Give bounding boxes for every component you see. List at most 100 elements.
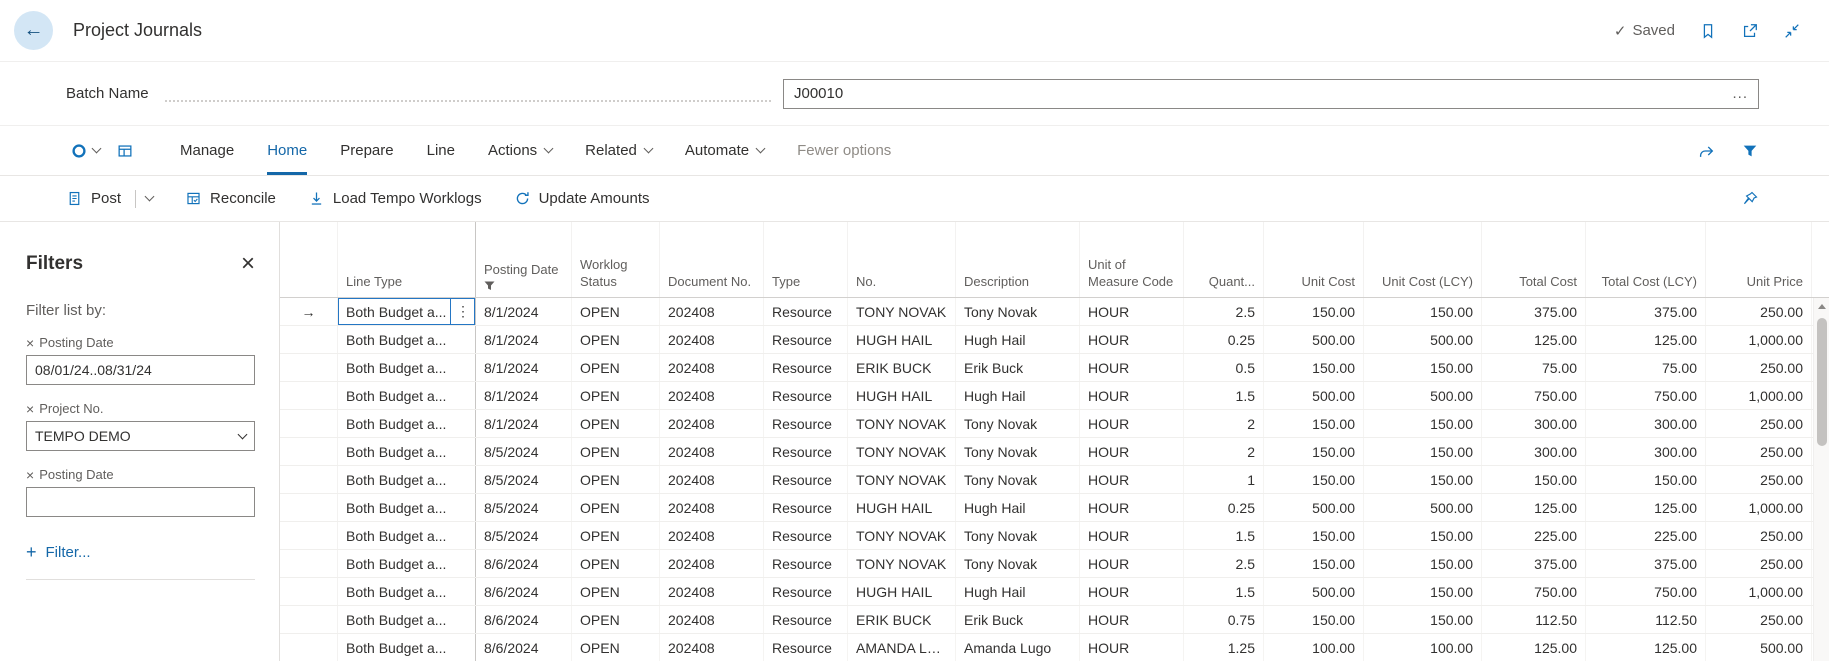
cell-line-type[interactable]: Both Budget a... <box>338 354 476 381</box>
cell-unit-of-measure-code[interactable]: HOUR <box>1080 326 1184 353</box>
cell-no[interactable]: HUGH HAIL <box>848 494 956 521</box>
cell-unit-price[interactable]: 250.00 <box>1706 410 1812 437</box>
cell-unit-price[interactable]: 1,000.00 <box>1706 382 1812 409</box>
table-row[interactable]: Both Budget a...8/1/2024OPEN202408Resour… <box>280 382 1829 410</box>
cell-posting-date[interactable]: 8/1/2024 <box>476 410 572 437</box>
column-header-unit-cost-lcy[interactable]: Unit Cost (LCY) <box>1364 222 1482 297</box>
cell-posting-date[interactable]: 8/6/2024 <box>476 634 572 661</box>
cell-posting-date[interactable]: 8/5/2024 <box>476 438 572 465</box>
cell-total-cost[interactable]: 112.50 <box>1482 606 1586 633</box>
cell-type[interactable]: Resource <box>764 494 848 521</box>
cell-unit-cost-lcy[interactable]: 500.00 <box>1364 494 1482 521</box>
cell-posting-date[interactable]: 8/6/2024 <box>476 550 572 577</box>
cell-unit-price[interactable]: 250.00 <box>1706 438 1812 465</box>
column-header-document-no[interactable]: Document No. <box>660 222 764 297</box>
cell-no[interactable]: TONY NOVAK <box>848 410 956 437</box>
pin-icon[interactable] <box>1741 190 1759 208</box>
cell-unit-cost[interactable]: 150.00 <box>1264 410 1364 437</box>
cell-total-cost-lcy[interactable]: 375.00 <box>1586 298 1706 325</box>
assist-edit-button[interactable]: ... <box>1732 85 1748 102</box>
cell-quantity[interactable]: 2 <box>1184 410 1264 437</box>
cell-type[interactable]: Resource <box>764 634 848 661</box>
open-in-new-window-icon[interactable] <box>1741 22 1759 40</box>
cell-quantity[interactable]: 0.25 <box>1184 326 1264 353</box>
cell-line-type[interactable]: Both Budget a... <box>338 466 476 493</box>
cell-quantity[interactable]: 1 <box>1184 466 1264 493</box>
cell-description[interactable]: Tony Novak <box>956 522 1080 549</box>
table-row[interactable]: Both Budget a...8/6/2024OPEN202408Resour… <box>280 550 1829 578</box>
cell-worklog-status[interactable]: OPEN <box>572 634 660 661</box>
cell-unit-of-measure-code[interactable]: HOUR <box>1080 438 1184 465</box>
cell-worklog-status[interactable]: OPEN <box>572 438 660 465</box>
cell-unit-cost[interactable]: 500.00 <box>1264 382 1364 409</box>
cell-quantity[interactable]: 0.5 <box>1184 354 1264 381</box>
cell-unit-cost-lcy[interactable]: 150.00 <box>1364 522 1482 549</box>
cell-no[interactable]: AMANDA LU... <box>848 634 956 661</box>
cell-total-cost[interactable]: 375.00 <box>1482 550 1586 577</box>
cell-line-type[interactable]: Both Budget a... <box>338 382 476 409</box>
cell-type[interactable]: Resource <box>764 382 848 409</box>
cell-description[interactable]: Tony Novak <box>956 410 1080 437</box>
cell-description[interactable]: Hugh Hail <box>956 326 1080 353</box>
cell-worklog-status[interactable]: OPEN <box>572 550 660 577</box>
add-filter-button[interactable]: + Filter... <box>26 543 255 561</box>
cell-quantity[interactable]: 1.25 <box>1184 634 1264 661</box>
menu-line[interactable]: Line <box>427 126 455 175</box>
cell-line-type[interactable]: Both Budget a...⋮ <box>338 298 476 325</box>
back-button[interactable]: ← <box>14 11 53 50</box>
scroll-up-icon[interactable] <box>1814 298 1829 314</box>
cell-worklog-status[interactable]: OPEN <box>572 494 660 521</box>
cell-total-cost-lcy[interactable]: 300.00 <box>1586 438 1706 465</box>
cell-type[interactable]: Resource <box>764 326 848 353</box>
cell-document-no[interactable]: 202408 <box>660 466 764 493</box>
cell-no[interactable]: HUGH HAIL <box>848 382 956 409</box>
cell-unit-cost[interactable]: 150.00 <box>1264 466 1364 493</box>
cell-unit-price[interactable]: 250.00 <box>1706 606 1812 633</box>
cell-unit-price[interactable]: 1,000.00 <box>1706 578 1812 605</box>
cell-worklog-status[interactable]: OPEN <box>572 578 660 605</box>
cell-type[interactable]: Resource <box>764 522 848 549</box>
cell-total-cost-lcy[interactable]: 150.00 <box>1586 466 1706 493</box>
column-header-description[interactable]: Description <box>956 222 1080 297</box>
scrollbar-thumb[interactable] <box>1817 318 1827 446</box>
cell-total-cost-lcy[interactable]: 750.00 <box>1586 578 1706 605</box>
cell-unit-cost-lcy[interactable]: 150.00 <box>1364 550 1482 577</box>
posting-date-filter-input-2[interactable] <box>26 487 255 517</box>
cell-document-no[interactable]: 202408 <box>660 298 764 325</box>
cell-total-cost[interactable]: 375.00 <box>1482 298 1586 325</box>
cell-unit-price[interactable]: 250.00 <box>1706 522 1812 549</box>
cell-posting-date[interactable]: 8/5/2024 <box>476 494 572 521</box>
cell-unit-of-measure-code[interactable]: HOUR <box>1080 298 1184 325</box>
cell-posting-date[interactable]: 8/5/2024 <box>476 522 572 549</box>
cell-unit-of-measure-code[interactable]: HOUR <box>1080 494 1184 521</box>
cell-description[interactable]: Tony Novak <box>956 550 1080 577</box>
cell-description[interactable]: Amanda Lugo <box>956 634 1080 661</box>
cell-unit-cost-lcy[interactable]: 150.00 <box>1364 438 1482 465</box>
vertical-scrollbar[interactable] <box>1813 298 1829 661</box>
cell-unit-cost[interactable]: 150.00 <box>1264 522 1364 549</box>
cell-description[interactable]: Erik Buck <box>956 606 1080 633</box>
column-header-unit-cost[interactable]: Unit Cost <box>1264 222 1364 297</box>
cell-line-type[interactable]: Both Budget a... <box>338 494 476 521</box>
share-icon[interactable] <box>1697 142 1715 160</box>
update-amounts-button[interactable]: Update Amounts <box>514 190 650 207</box>
cell-unit-cost[interactable]: 150.00 <box>1264 354 1364 381</box>
filter-icon[interactable] <box>1741 142 1759 160</box>
cell-unit-price[interactable]: 250.00 <box>1706 466 1812 493</box>
cell-total-cost[interactable]: 125.00 <box>1482 634 1586 661</box>
cell-no[interactable]: TONY NOVAK <box>848 550 956 577</box>
cell-total-cost-lcy[interactable]: 750.00 <box>1586 382 1706 409</box>
cell-unit-cost-lcy[interactable]: 150.00 <box>1364 298 1482 325</box>
cell-no[interactable]: ERIK BUCK <box>848 606 956 633</box>
analyze-grid-icon[interactable] <box>112 142 138 160</box>
cell-total-cost[interactable]: 750.00 <box>1482 578 1586 605</box>
cell-no[interactable]: TONY NOVAK <box>848 438 956 465</box>
menu-automate[interactable]: Automate <box>685 126 764 175</box>
cell-quantity[interactable]: 1.5 <box>1184 382 1264 409</box>
row-context-menu-icon[interactable]: ⋮ <box>450 298 475 325</box>
cell-line-type[interactable]: Both Budget a... <box>338 410 476 437</box>
cell-document-no[interactable]: 202408 <box>660 494 764 521</box>
cell-line-type[interactable]: Both Budget a... <box>338 578 476 605</box>
column-header-unit-price[interactable]: Unit Price <box>1706 222 1812 297</box>
cell-quantity[interactable]: 0.25 <box>1184 494 1264 521</box>
